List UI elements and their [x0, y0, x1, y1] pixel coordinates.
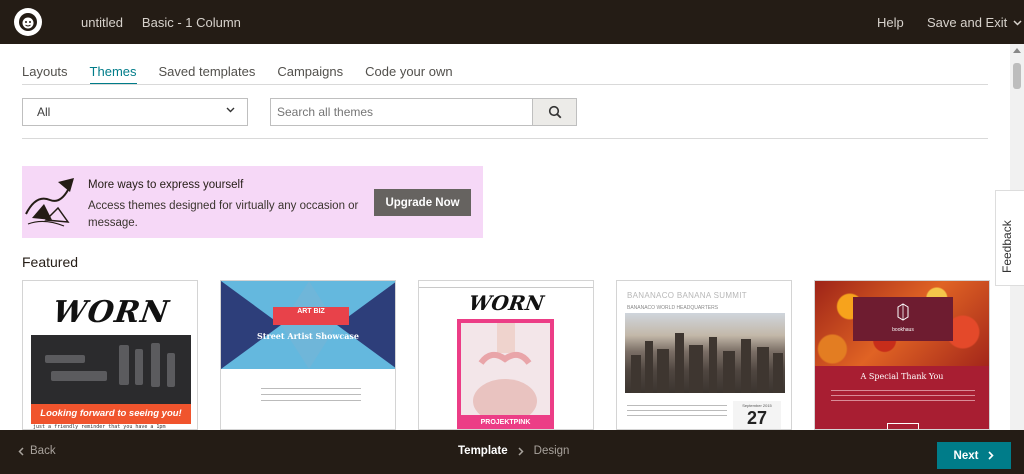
card-logo: bookhaus: [853, 297, 953, 341]
step-design[interactable]: Design: [534, 445, 570, 457]
save-and-exit-label: Save and Exit: [927, 15, 1008, 30]
calendar-day: 27: [746, 408, 768, 428]
card-subtitle: Street Artist Showcase: [257, 331, 359, 341]
card-tagline: Looking forward to seeing you!: [31, 404, 191, 424]
section-divider: [22, 138, 988, 139]
category-select[interactable]: All: [22, 98, 248, 126]
campaign-title[interactable]: untitled: [81, 15, 123, 30]
card-heading: WORN: [467, 291, 546, 315]
back-button[interactable]: Back: [18, 445, 56, 457]
category-select-value: All: [37, 105, 51, 119]
card-label: PROJEKTPINK: [480, 419, 531, 426]
scroll-up-arrow-icon[interactable]: [1013, 48, 1021, 53]
mailchimp-logo-icon[interactable]: [14, 8, 42, 36]
promo-description: Access themes designed for virtually any…: [88, 200, 359, 229]
template-tabs: Layouts Themes Saved templates Campaigns…: [22, 64, 453, 85]
chevron-right-icon: [518, 446, 524, 456]
back-label: Back: [30, 445, 56, 457]
tabs-divider: [22, 84, 988, 85]
card-logo: ART BIZ: [273, 307, 349, 325]
search-input[interactable]: [271, 99, 532, 125]
theme-card[interactable]: bookhaus A Special Thank You: [814, 280, 990, 430]
step-breadcrumb: Template Design: [458, 445, 569, 457]
chevron-left-icon: [18, 446, 24, 456]
theme-card[interactable]: ART BIZ Street Artist Showcase: [220, 280, 396, 430]
illustration-icon: [25, 178, 74, 227]
promo-title: More ways to express yourself: [88, 179, 244, 191]
template-name[interactable]: Basic - 1 Column: [142, 15, 241, 30]
card-calendar: September 2015 27: [733, 401, 781, 429]
search-icon: [548, 105, 561, 119]
scrollbar-thumb[interactable]: [1013, 63, 1021, 89]
feedback-label: Feedback: [1000, 220, 1014, 273]
bottom-bar: Back Template Design: [0, 430, 1024, 474]
theme-card[interactable]: WORN PROJEKTPINK: [418, 280, 594, 430]
feedback-tab[interactable]: Feedback: [995, 190, 1024, 286]
theme-search: [270, 98, 577, 126]
card-heading: WORN: [50, 295, 172, 330]
tab-saved-templates[interactable]: Saved templates: [159, 64, 256, 85]
chevron-down-icon: [1013, 19, 1022, 26]
card-image: [31, 335, 191, 405]
save-and-exit-menu[interactable]: Save and Exit: [927, 15, 1022, 30]
card-title: BANANACO BANANA SUMMIT: [627, 291, 747, 300]
next-label: Next: [953, 449, 979, 462]
tab-themes[interactable]: Themes: [89, 64, 137, 85]
upgrade-promo-banner: More ways to express yourself Access the…: [22, 166, 483, 238]
help-link[interactable]: Help: [877, 15, 904, 30]
tab-code-your-own[interactable]: Code your own: [365, 64, 452, 85]
theme-card[interactable]: BANANACO BANANA SUMMIT BANANACO WORLD HE…: [616, 280, 792, 430]
next-button[interactable]: Next: [937, 442, 1011, 469]
featured-heading: Featured: [22, 254, 79, 270]
book-icon: [897, 303, 909, 321]
theme-card[interactable]: WORN Looking forward to seeing you! just…: [22, 280, 198, 430]
chevron-down-icon: [226, 107, 235, 113]
card-subtitle: BANANACO WORLD HEADQUARTERS: [627, 305, 719, 311]
card-image: PROJEKTPINK: [457, 319, 554, 429]
chevron-right-icon: [988, 451, 995, 460]
upgrade-now-button[interactable]: Upgrade Now: [374, 189, 471, 216]
card-image: [625, 313, 785, 393]
tab-layouts[interactable]: Layouts: [22, 64, 68, 85]
tab-campaigns[interactable]: Campaigns: [277, 64, 343, 85]
step-template[interactable]: Template: [458, 445, 508, 457]
card-heading: A Special Thank You: [860, 372, 944, 381]
card-image: ART BIZ Street Artist Showcase: [221, 281, 395, 369]
top-bar: untitled Basic - 1 Column Help Save and …: [0, 0, 1024, 44]
search-button[interactable]: [532, 99, 576, 125]
card-brand: bookhaus: [892, 327, 914, 333]
